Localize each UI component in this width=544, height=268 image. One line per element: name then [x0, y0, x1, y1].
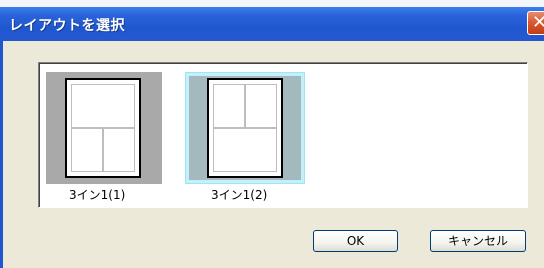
close-icon: ✕ [532, 12, 544, 33]
layout-cell-bottom [213, 128, 277, 172]
cancel-button[interactable]: キャンセル [430, 230, 526, 252]
layout-thumbnail-page [207, 78, 283, 178]
select-layout-dialog: レイアウトを選択 ✕ 3イン1(1) 3イン1(2) OK キャンセル [0, 0, 544, 268]
title-bar[interactable]: レイアウトを選択 ✕ [0, 7, 544, 41]
layout-cell-bottom-left [71, 128, 103, 172]
layout-option-label: 3イン1(1) [69, 188, 126, 202]
layout-cell-top-right [245, 84, 277, 128]
layout-cell-top-left [213, 84, 245, 128]
layout-thumbnail-page [65, 78, 141, 178]
dialog-title: レイアウトを選択 [9, 18, 125, 34]
layout-option-label: 3イン1(2) [211, 188, 268, 202]
window-left-border [0, 41, 3, 268]
layout-cell-top [71, 84, 135, 128]
layout-option-3in1-1[interactable]: 3イン1(1) [39, 63, 189, 207]
layout-cell-bottom-right [103, 128, 135, 172]
dialog-top-strip [0, 0, 544, 7]
layout-options-panel: 3イン1(1) 3イン1(2) [38, 62, 528, 208]
ok-button[interactable]: OK [313, 230, 398, 252]
layout-option-3in1-2[interactable]: 3イン1(2) [185, 63, 335, 207]
close-button[interactable]: ✕ [527, 11, 544, 35]
